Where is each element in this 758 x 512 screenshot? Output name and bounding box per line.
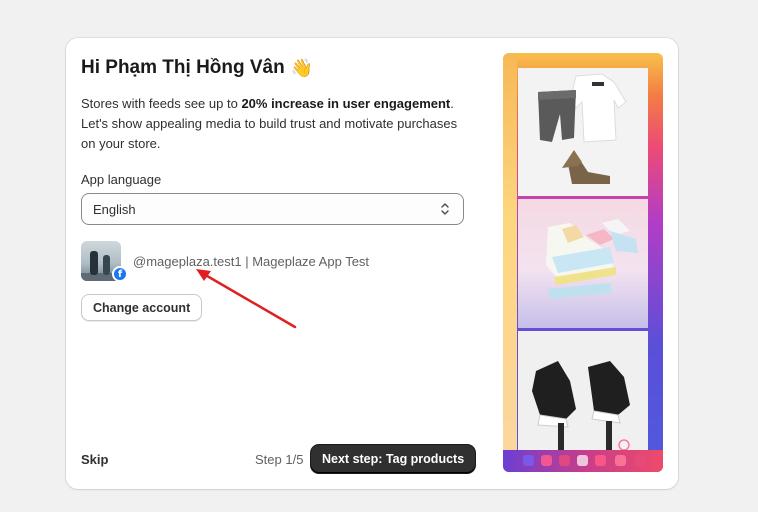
next-step-button[interactable]: Next step: Tag products	[311, 445, 476, 473]
app-language-value: English	[93, 201, 136, 217]
onboarding-card: Hi Phạm Thị Hồng Vân 👋 Stores with feeds…	[66, 38, 678, 489]
facebook-icon: f	[112, 266, 128, 282]
greeting-text: Hi Phạm Thị Hồng Vân	[81, 57, 285, 78]
reaction-strip	[503, 450, 663, 472]
preview-photo-clothes	[518, 68, 648, 196]
app-language-select[interactable]: English	[81, 193, 464, 225]
wave-icon: 👋	[290, 57, 314, 78]
preview-photo-sneakers	[518, 199, 648, 328]
select-chevron-icon	[441, 203, 449, 215]
app-language-label: App language	[81, 172, 162, 187]
description-prefix: Stores with feeds see up to	[81, 96, 242, 111]
description-line2: Let's show appealing media to build trus…	[81, 116, 458, 151]
step-indicator: Step 1/5	[255, 452, 304, 467]
description-suffix: .	[450, 96, 454, 111]
description: Stores with feeds see up to 20% increase…	[81, 94, 473, 154]
annotation-arrow-icon	[196, 269, 297, 329]
change-account-button[interactable]: Change account	[81, 294, 203, 321]
feed-preview	[503, 53, 663, 472]
description-highlight: 20% increase in user engagement	[241, 96, 451, 111]
page-title: Hi Phạm Thị Hồng Vân 👋	[81, 57, 313, 79]
skip-link[interactable]: Skip	[81, 452, 108, 467]
